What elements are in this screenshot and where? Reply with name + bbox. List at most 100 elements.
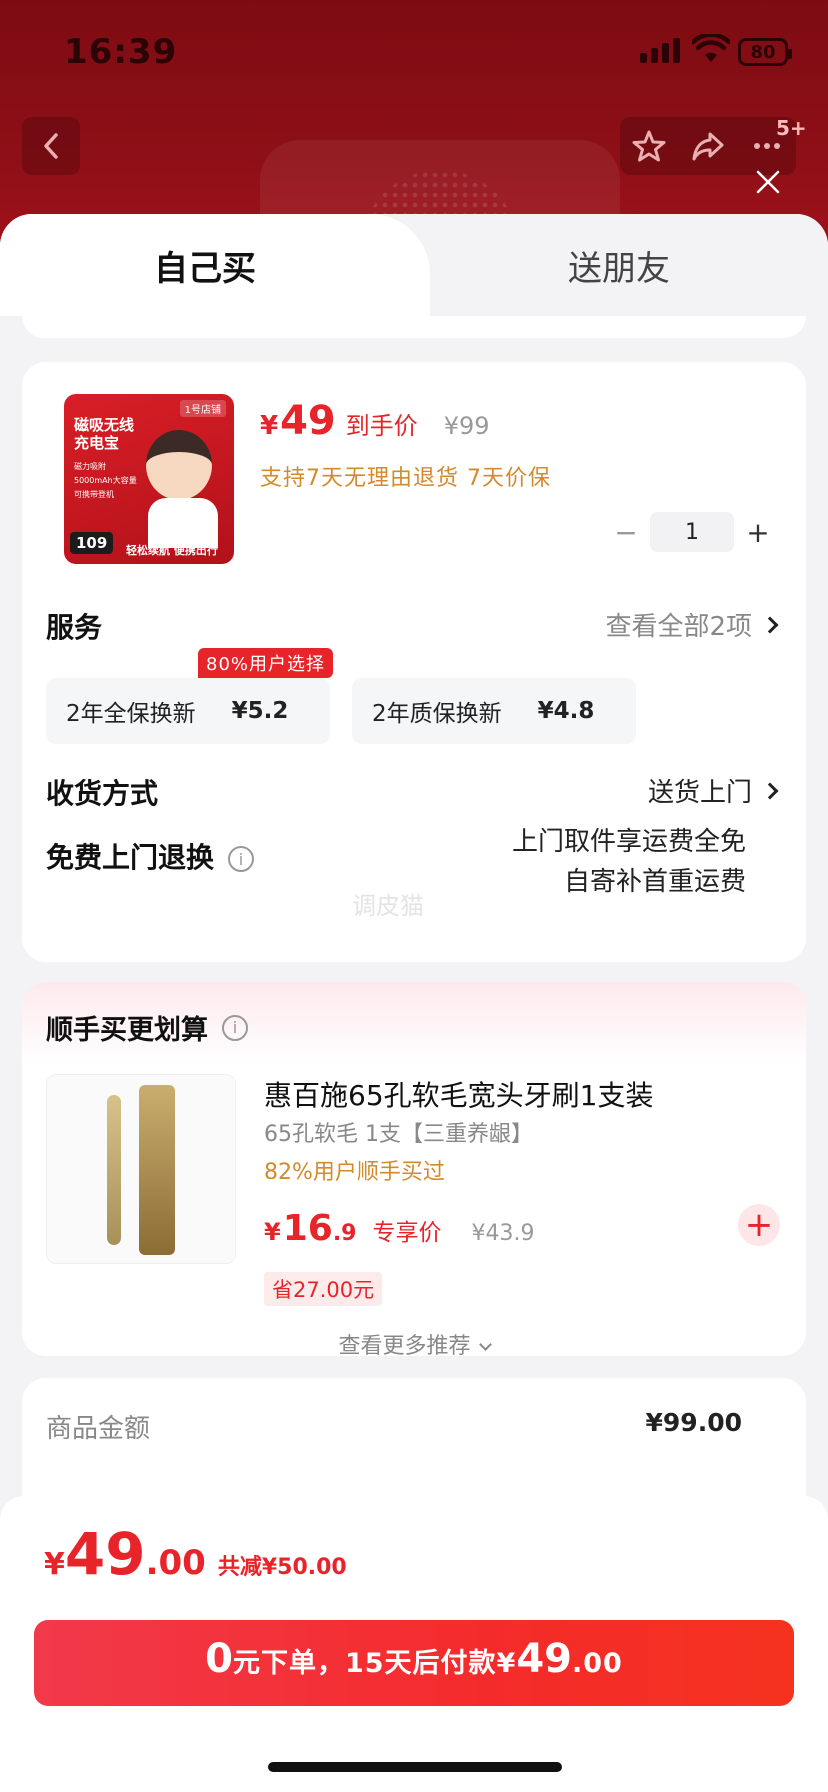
info-icon[interactable]: i [228, 846, 255, 872]
price-currency: ¥ [260, 411, 279, 441]
recommend-savings-badge: 省27.00元 [264, 1272, 383, 1306]
back-button[interactable] [22, 117, 80, 175]
increase-quantity-button[interactable]: + [734, 512, 782, 552]
product-image-character [146, 430, 212, 500]
tab-strip-card [22, 316, 806, 338]
return-note: 上门取件享运费全免 自寄补首重运费 [512, 822, 746, 902]
recommend-card: 顺手买更划算 i 惠百施65孔软毛宽头牙刷1支装 65孔软毛 1支【三重养龈】 8… [22, 982, 806, 1359]
star-icon[interactable] [631, 128, 667, 164]
place-order-button[interactable]: 0 元下单，15天后付款¥ 49 .00 [34, 1620, 794, 1706]
delivery-method-value: 送货上门 [647, 778, 752, 808]
service-option-full-protection[interactable]: 2年全保换新 ¥5.2 [46, 678, 330, 744]
free-return-label: 免费上门退换 [46, 841, 215, 874]
chevron-down-icon [478, 1338, 492, 1351]
toothbrush-package-image [139, 1085, 175, 1255]
home-indicator [268, 1762, 562, 1772]
product-image-feature: 磁力吸附 [74, 462, 106, 471]
tab-strip [0, 316, 828, 340]
return-policy: 支持7天无理由退货 7天价保 [260, 466, 551, 491]
view-all-services-label: 查看全部2项 [605, 612, 752, 642]
tab-gift-friend[interactable]: 送朋友 [430, 214, 828, 316]
chevron-left-icon [44, 133, 58, 159]
product-card: 1号店铺 磁吸无线 充电宝 磁力吸附 5000mAh大容量 可携带登机 109 … [22, 362, 806, 962]
recommend-item-image[interactable] [46, 1074, 236, 1264]
chevron-right-icon [761, 616, 779, 633]
service-option-price: ¥4.8 [537, 698, 595, 724]
more-recommendations-label: 查看更多推荐 [338, 1334, 471, 1359]
service-option-quality-warranty[interactable]: 2年质保换新 ¥4.8 [352, 678, 636, 744]
item-amount-value: ¥99.00 [645, 1408, 742, 1437]
free-return-title: 免费上门退换 i [46, 836, 255, 876]
service-option-name: 2年质保换新 [372, 701, 502, 727]
product-image-title-line2: 充电宝 [74, 434, 120, 452]
recommend-item-spec: 65孔软毛 1支【三重养龈】 [264, 1122, 533, 1147]
close-icon[interactable] [752, 166, 784, 198]
pay-later-decimal: .00 [572, 1648, 623, 1679]
recommend-price-currency: ¥ [264, 1218, 281, 1246]
service-option-name: 2年全保换新 [66, 701, 196, 727]
product-image-price-tag: 109 [70, 532, 114, 554]
quantity-input[interactable]: 1 [650, 512, 734, 552]
popular-choice-badge: 80%用户选择 [198, 648, 334, 678]
battery-level: 80 [750, 41, 776, 63]
delivery-title: 收货方式 [46, 777, 159, 810]
total-currency: ¥ [44, 1547, 65, 1582]
total-integer: 49 [64, 1520, 146, 1588]
view-all-services-link[interactable]: 查看全部2项 [605, 606, 779, 643]
return-note-line2: 自寄补首重运费 [563, 867, 746, 897]
service-option-price: ¥5.2 [231, 698, 289, 724]
recommend-item-name[interactable]: 惠百施65孔软毛宽头牙刷1支装 [264, 1074, 653, 1114]
product-image-title-line1: 磁吸无线 [74, 416, 135, 434]
tab-buy-self-label: 自己买 [154, 248, 256, 289]
checkout-bar: ¥ 49 .00 共减¥50.00 0 元下单，15天后付款¥ 49 .00 [0, 1496, 828, 1792]
product-price: 49 [280, 398, 336, 444]
decrease-quantity-button[interactable]: − [602, 512, 650, 552]
total-price: ¥ 49 .00 共减¥50.00 [44, 1520, 347, 1588]
product-image-feature: 可携带登机 [74, 490, 114, 499]
purchase-tabs: 送朋友 自己买 [0, 214, 828, 316]
recommend-title-label: 顺手买更划算 [46, 1015, 208, 1046]
cellular-signal-icon [640, 38, 680, 63]
original-price: ¥99 [443, 412, 490, 440]
product-image-features: 磁力吸附 5000mAh大容量 可携带登机 [74, 460, 137, 502]
recommend-item-social-proof: 82%用户顺手买过 [264, 1160, 445, 1185]
product-image-slogan: 轻松续航 便携出行 [126, 544, 218, 557]
pay-later-amount: 49 [516, 1636, 573, 1682]
delivery-method-selector[interactable]: 送货上门 [647, 772, 779, 809]
chevron-right-icon [761, 782, 779, 799]
item-amount-label: 商品金额 [46, 1414, 151, 1444]
product-image[interactable]: 1号店铺 磁吸无线 充电宝 磁力吸附 5000mAh大容量 可携带登机 109 … [64, 394, 234, 564]
recommend-item-price-row: ¥ 16 .9 专享价 ¥43.9 [264, 1208, 534, 1249]
recommend-title: 顺手买更划算 i [46, 1008, 248, 1047]
tab-gift-friend-label: 送朋友 [568, 248, 670, 289]
recommend-original-price: ¥43.9 [471, 1221, 535, 1246]
share-icon[interactable] [690, 128, 726, 164]
services-title: 服务 [46, 611, 103, 644]
message-badge: 5+ [776, 116, 807, 140]
add-recommend-item-button[interactable]: + [738, 1204, 780, 1246]
return-note-line1: 上门取件享运费全免 [511, 827, 746, 857]
watermark: 调皮猫 [352, 892, 424, 920]
product-image-shop-tag: 1号店铺 [179, 400, 226, 417]
status-time: 16:39 [64, 32, 178, 72]
price-label: 到手价 [345, 412, 418, 440]
battery-icon: 80 [738, 38, 792, 66]
toothbrush-image [107, 1095, 121, 1245]
recommend-price-label: 专享价 [372, 1220, 442, 1246]
info-icon[interactable]: i [222, 1014, 248, 1041]
quantity-stepper: − 1 + [602, 512, 782, 552]
wifi-icon [690, 32, 732, 68]
product-price-row: ¥ 49 到手价 ¥99 [260, 398, 490, 444]
product-image-feature: 5000mAh大容量 [74, 476, 137, 485]
tab-buy-self[interactable]: 自己买 [0, 214, 430, 316]
total-discount: 共减¥50.00 [217, 1555, 347, 1580]
product-image-character-body [148, 498, 218, 548]
more-recommendations-link[interactable]: 查看更多推荐 [22, 1328, 806, 1360]
status-bar: 16:39 80 [0, 0, 828, 100]
pay-zero-amount: 0 [205, 1636, 233, 1682]
total-decimal: .00 [145, 1543, 206, 1583]
pay-later-text: 元下单，15天后付款¥ [232, 1648, 517, 1679]
product-image-title: 磁吸无线 充电宝 [74, 416, 134, 452]
recommend-price-decimal: .9 [332, 1221, 357, 1246]
recommend-price-integer: 16 [282, 1208, 333, 1249]
